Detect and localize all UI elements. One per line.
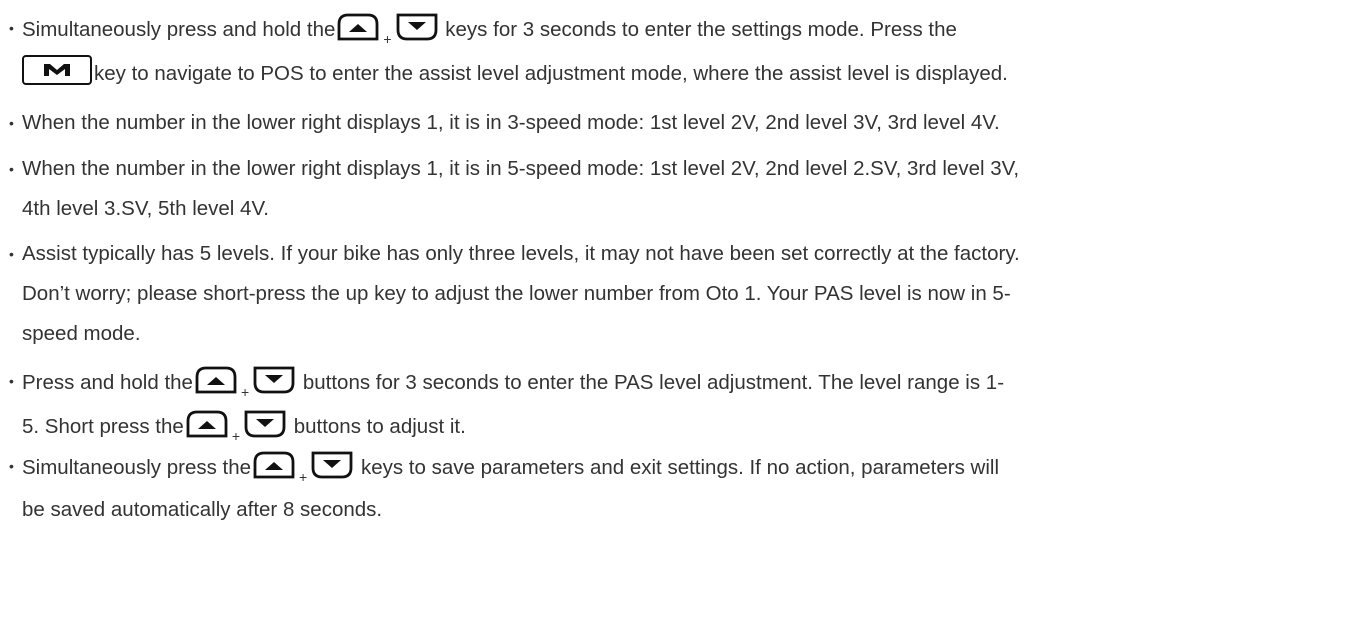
text-line: When the number in the lower right displ… [22, 111, 1000, 134]
bullet-dot: • [9, 20, 14, 36]
down-key-icon [251, 365, 297, 395]
up-key-icon [251, 450, 297, 480]
bullet-dot: • [9, 458, 14, 474]
instructions-document: • Simultaneously press and hold the + key… [0, 0, 1359, 623]
bullet-dot: • [9, 373, 14, 389]
list-item: • Press and hold the + buttons for 3 seco… [9, 361, 1344, 449]
up-key-icon [335, 12, 381, 42]
text-line: 5. Short press the + buttons to adjust it… [22, 405, 1344, 449]
text-line: Simultaneously press the + keys to save p… [22, 446, 1344, 490]
m-key-icon [22, 55, 92, 85]
text-line: be saved automatically after 8 seconds. [22, 498, 383, 521]
down-key-icon [394, 12, 440, 42]
list-item: • Simultaneously press and hold the + key… [9, 8, 1344, 96]
bullet-dot: • [9, 246, 14, 262]
up-key-icon [184, 409, 230, 439]
list-item: • Simultaneously press the + keys to save… [9, 446, 1344, 530]
text-line: 4th level 3.SV, 5th level 4V. [22, 197, 269, 220]
text-line: speed mode. [22, 322, 141, 345]
bullet-dot: • [9, 115, 14, 131]
bullet-dot: • [9, 161, 14, 177]
down-key-icon [242, 409, 288, 439]
text-line: Don’t worry; please short-press the up k… [22, 282, 1011, 305]
text-line: When the number in the lower right displ… [22, 157, 1020, 180]
list-item: • When the number in the lower right dis… [9, 103, 1344, 143]
list-item: • When the number in the lower right dis… [9, 149, 1344, 229]
list-item: • Assist typically has 5 levels. If your… [9, 234, 1344, 354]
text-line: Assist typically has 5 levels. If your b… [22, 242, 1020, 265]
text-line: key to navigate to POS to enter the assi… [22, 52, 1344, 96]
up-key-icon [193, 365, 239, 395]
down-key-icon [309, 450, 355, 480]
text-line: Press and hold the + buttons for 3 second… [22, 361, 1344, 405]
text-line: Simultaneously press and hold the + keys … [22, 8, 1344, 52]
